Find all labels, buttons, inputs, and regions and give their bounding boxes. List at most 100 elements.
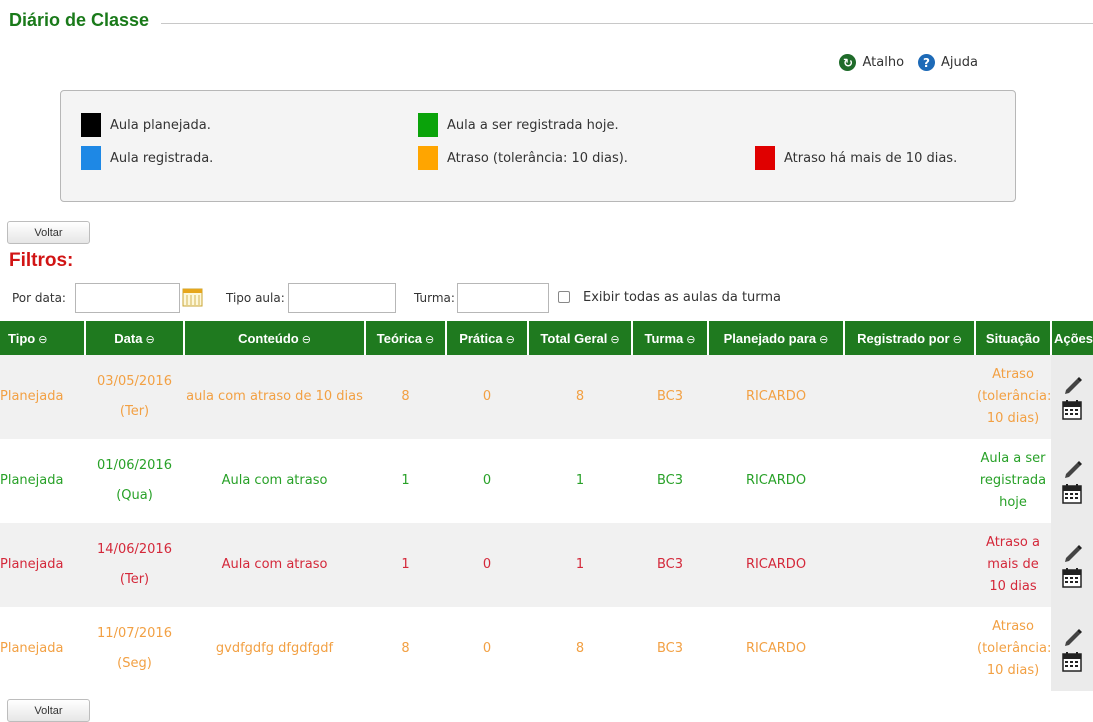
col-header-turma[interactable]: Turma ⊖ xyxy=(632,321,709,355)
cell-turma: BC3 xyxy=(656,641,684,656)
sort-icon: ⊖ xyxy=(610,333,620,346)
cell-situacao: Atraso (tolerância: 10 dias) xyxy=(977,619,1051,678)
por-data-input[interactable] xyxy=(75,283,180,313)
cell-registrado xyxy=(844,607,975,691)
col-header-planejado[interactable]: Planejado para ⊖ xyxy=(708,321,845,355)
col-header-tipo[interactable]: Tipo ⊖ xyxy=(0,321,86,355)
cell-acoes xyxy=(1051,355,1093,439)
cell-total: 1 xyxy=(528,523,632,607)
ajuda-link[interactable]: ? Ajuda xyxy=(918,54,978,71)
turma-label: Turma: xyxy=(414,291,455,305)
calendar-icon[interactable] xyxy=(1061,483,1083,505)
legend-label: Aula planejada. xyxy=(110,117,211,133)
table-header-row: Tipo ⊖ Data ⊖ Conteúdo ⊖ Teórica ⊖ Prática ⊖ … xyxy=(0,321,1093,355)
cell-planejado: RICARDO xyxy=(708,523,844,607)
cell-teorica: 8 xyxy=(365,355,446,439)
cell-situacao: Atraso a mais de 10 dias xyxy=(975,523,1051,607)
cell-conteudo: aula com atraso de 10 dias xyxy=(184,355,365,439)
cell-conteudo: Aula com atraso xyxy=(221,473,328,488)
top-links: ↻ Atalho ? Ajuda xyxy=(839,54,978,71)
edit-pencil-icon[interactable] xyxy=(1062,373,1082,395)
table-row: Planejada 01/06/2016 (Qua) Aula com atraso 1… xyxy=(0,439,1093,523)
atalho-link[interactable]: ↻ Atalho xyxy=(839,54,904,71)
turma-input[interactable] xyxy=(457,283,549,313)
col-header-total[interactable]: Total Geral ⊖ xyxy=(528,321,633,355)
sort-icon: ⊖ xyxy=(505,333,515,346)
legend-box: Aula planejada. Aula registrada. Aula a … xyxy=(60,90,1016,202)
legend-item-delay: Atraso (tolerância: 10 dias). xyxy=(418,146,628,170)
calendar-icon[interactable] xyxy=(1061,651,1083,673)
cell-acoes xyxy=(1051,439,1093,523)
cell-data: 01/06/2016 (Qua) xyxy=(85,439,184,523)
weekday-value: (Qua) xyxy=(116,488,153,503)
cell-teorica: 8 xyxy=(401,641,410,656)
calendar-icon[interactable] xyxy=(1061,399,1083,421)
date-value: 14/06/2016 xyxy=(97,542,172,557)
col-header-data[interactable]: Data ⊖ xyxy=(85,321,185,355)
edit-pencil-icon[interactable] xyxy=(1062,457,1082,479)
table-row: Planejada 14/06/2016 (Ter) Aula com atraso 1… xyxy=(0,523,1093,607)
sort-icon: ⊖ xyxy=(425,333,435,346)
sort-icon: ⊖ xyxy=(145,333,155,346)
date-value: 01/06/2016 xyxy=(97,458,172,473)
col-header-situacao: Situação xyxy=(975,321,1052,355)
cell-pratica: 0 xyxy=(446,523,528,607)
legend-item-registered: Aula registrada. xyxy=(81,146,213,170)
page-title: Diário de Classe xyxy=(9,10,150,30)
col-header-registrado[interactable]: Registrado por ⊖ xyxy=(844,321,976,355)
cell-tipo: Planejada xyxy=(0,355,85,439)
voltar-button-top[interactable]: Voltar xyxy=(7,221,90,244)
cell-registrado xyxy=(844,439,975,523)
legend-label: Atraso há mais de 10 dias. xyxy=(784,150,958,166)
cell-registrado xyxy=(844,523,975,607)
exibir-todas-checkbox[interactable] xyxy=(558,291,570,303)
table-row: Planejada 11/07/2016 (Seg) gvdfgdfg dfgdfgd… xyxy=(0,607,1093,691)
cell-data: 03/05/2016 (Ter) xyxy=(85,355,184,439)
cell-acoes xyxy=(1051,607,1093,691)
legend-swatch xyxy=(755,146,775,170)
date-value: 11/07/2016 xyxy=(97,626,172,641)
cell-situacao: Atraso (tolerância: 10 dias) xyxy=(975,355,1051,439)
calendar-icon[interactable] xyxy=(1061,567,1083,589)
help-icon: ? xyxy=(918,54,936,71)
legend-item-today: Aula a ser registrada hoje. xyxy=(418,113,619,137)
date-value: 03/05/2016 xyxy=(97,374,172,389)
cell-teorica: 1 xyxy=(365,523,446,607)
sort-icon: ⊖ xyxy=(301,333,311,346)
cell-total: 8 xyxy=(575,641,585,656)
calendar-icon[interactable] xyxy=(182,287,203,307)
col-header-pratica[interactable]: Prática ⊖ xyxy=(446,321,529,355)
cell-pratica: 0 xyxy=(446,355,528,439)
cell-planejado: RICARDO xyxy=(745,641,807,656)
edit-pencil-icon[interactable] xyxy=(1062,625,1082,647)
cell-pratica: 0 xyxy=(482,473,492,488)
cell-tipo: Planejada xyxy=(0,523,85,607)
legend-label: Atraso (tolerância: 10 dias). xyxy=(447,150,628,166)
legend-item-late: Atraso há mais de 10 dias. xyxy=(755,146,957,170)
sort-icon: ⊖ xyxy=(686,333,696,346)
cell-data: 11/07/2016 (Seg) xyxy=(85,607,184,691)
legend-swatch xyxy=(81,113,101,137)
edit-pencil-icon[interactable] xyxy=(1062,541,1082,563)
cell-planejado: RICARDO xyxy=(708,355,844,439)
cell-total: 8 xyxy=(528,355,632,439)
sort-icon: ⊖ xyxy=(952,333,962,346)
cell-conteudo: gvdfgdfg dfgdfgdf xyxy=(215,641,334,656)
cell-total: 1 xyxy=(575,473,585,488)
cell-registrado xyxy=(844,355,975,439)
tipo-aula-input[interactable] xyxy=(288,283,396,313)
col-header-acoes: Ações xyxy=(1051,321,1093,355)
legend-item-planned: Aula planejada. xyxy=(81,113,211,137)
legend-swatch xyxy=(81,146,101,170)
page-title-row: Diário de Classe xyxy=(9,10,1093,36)
col-header-teorica[interactable]: Teórica ⊖ xyxy=(365,321,447,355)
legend-swatch xyxy=(418,146,438,170)
cell-situacao: Aula a ser registrada hoje xyxy=(979,451,1047,510)
filters-title: Filtros: xyxy=(9,250,74,271)
cell-turma: BC3 xyxy=(656,473,684,488)
col-header-conteudo[interactable]: Conteúdo ⊖ xyxy=(184,321,366,355)
weekday-value: (Ter) xyxy=(119,404,150,419)
cell-tipo: Planejada xyxy=(0,473,64,488)
legend-swatch xyxy=(418,113,438,137)
voltar-button-bottom[interactable]: Voltar xyxy=(7,699,90,722)
